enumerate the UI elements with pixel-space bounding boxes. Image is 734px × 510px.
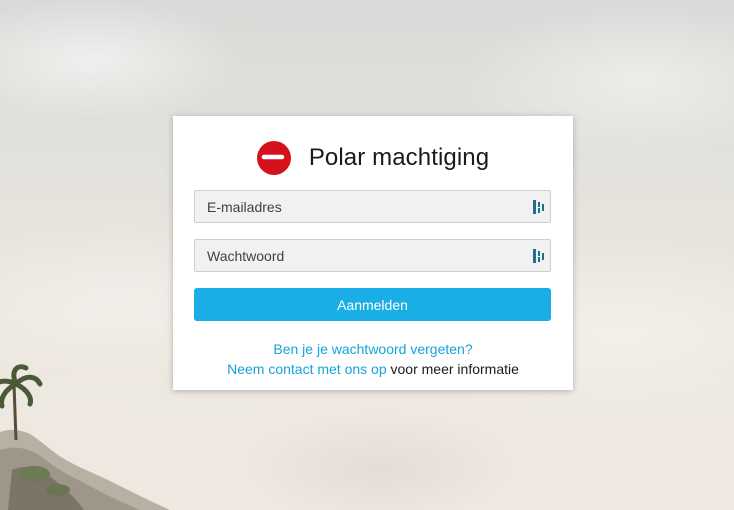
polar-logo-icon — [256, 141, 291, 175]
background-landscape — [0, 364, 170, 510]
contact-suffix-text: voor meer informatie — [386, 361, 519, 377]
contact-row: Neem contact met ons op voor meer inform… — [173, 359, 573, 379]
password-field-container — [194, 239, 551, 272]
brand-header: Polar machtiging — [173, 140, 573, 176]
password-manager-icon[interactable] — [533, 200, 545, 214]
page-title: Polar machtiging — [308, 144, 490, 171]
sign-in-button[interactable]: Aanmelden — [194, 288, 551, 321]
help-links: Ben je je wachtwoord vergeten? Neem cont… — [173, 339, 573, 379]
forgot-password-row: Ben je je wachtwoord vergeten? — [173, 339, 573, 359]
login-card: Polar machtiging Aanmelden Ben je je wac… — [173, 116, 573, 390]
forgot-password-link[interactable]: Ben je je wachtwoord vergeten? — [273, 341, 472, 357]
password-manager-icon[interactable] — [533, 249, 545, 263]
email-field[interactable] — [195, 191, 550, 222]
password-field[interactable] — [195, 240, 550, 271]
contact-link[interactable]: Neem contact met ons op — [227, 361, 387, 377]
email-field-container — [194, 190, 551, 223]
